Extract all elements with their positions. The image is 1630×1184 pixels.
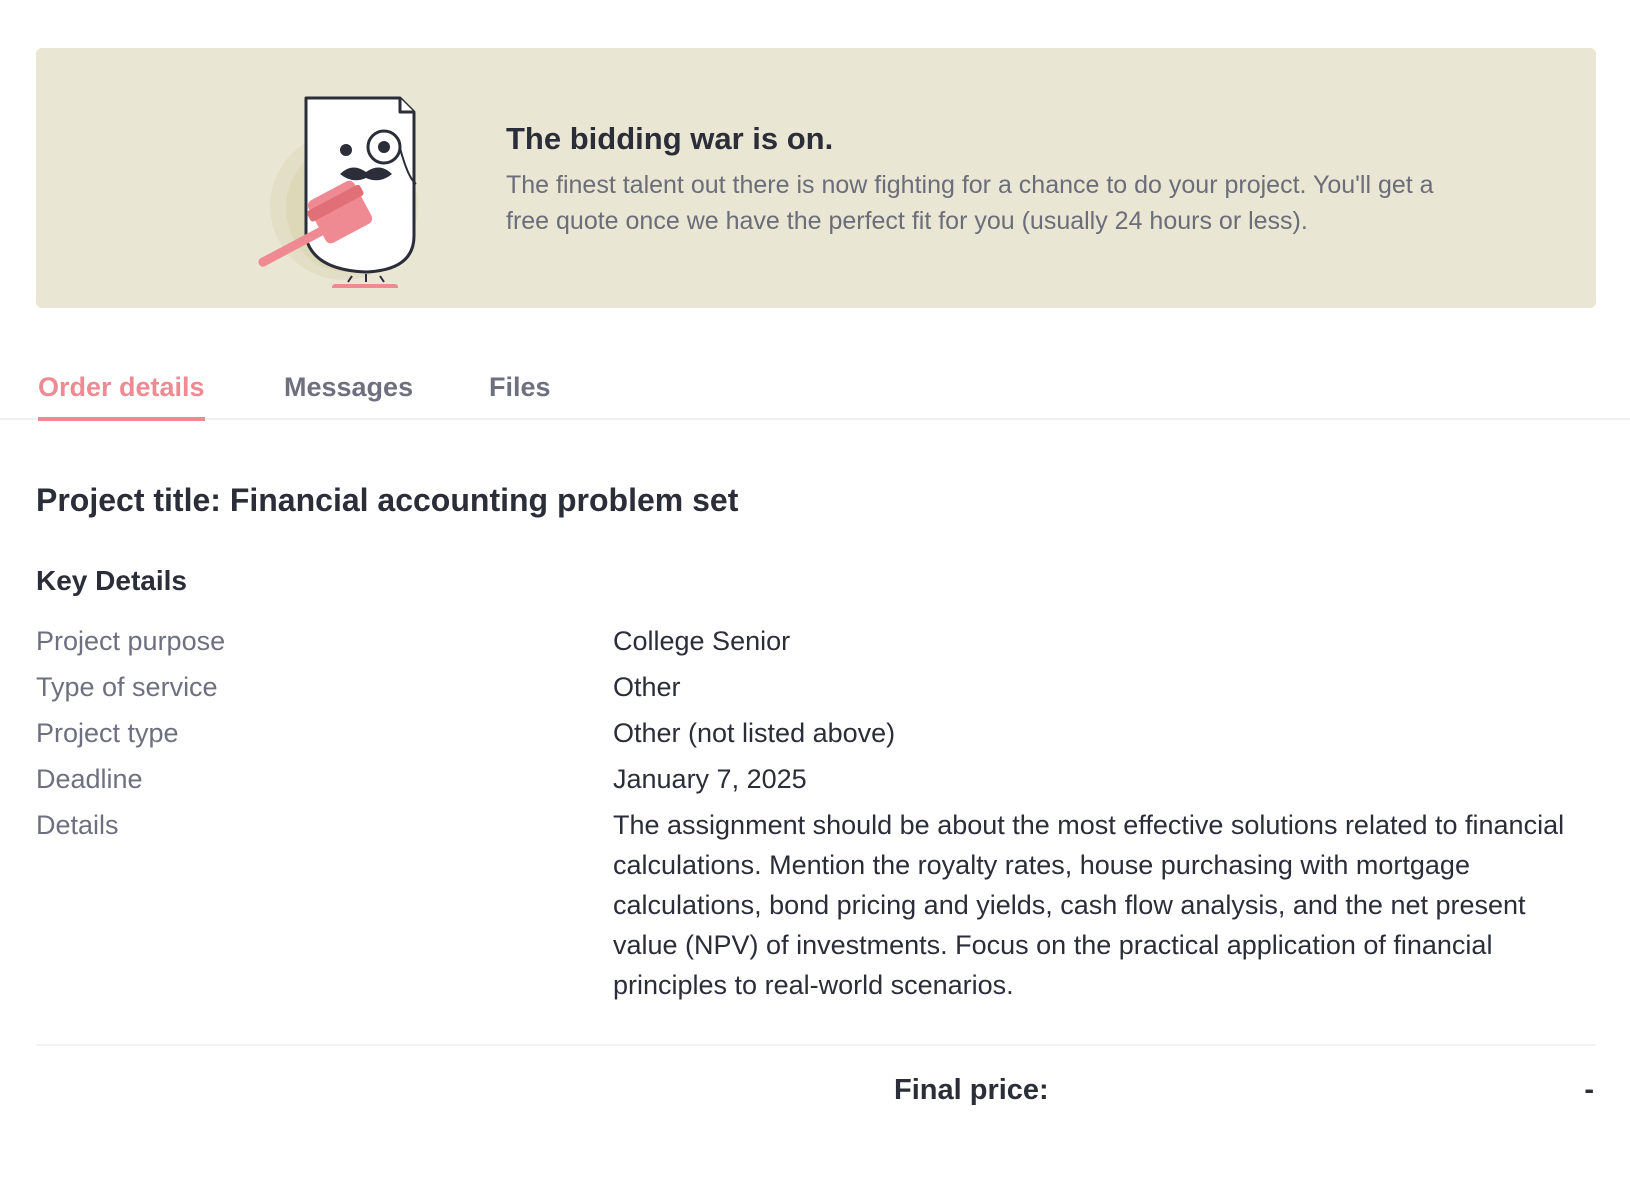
project-title: Project title: Financial accounting prob… (36, 482, 739, 518)
detail-row-type-of-service: Type of service Other (36, 664, 1596, 710)
detail-label: Project type (36, 718, 179, 748)
detail-label: Deadline (36, 764, 143, 794)
detail-row-deadline: Deadline January 7, 2025 (36, 756, 1596, 802)
tab-order-details[interactable]: Order details (38, 372, 205, 421)
banner-text: The bidding war is on. The finest talent… (506, 120, 1466, 239)
detail-value: Other (613, 672, 681, 702)
final-price-label: Final price: (894, 1074, 1049, 1106)
divider (36, 1044, 1596, 1046)
tab-bar: Order details Messages Files (0, 360, 1630, 421)
key-details-heading: Key Details (36, 565, 187, 596)
banner-description: The finest talent out there is now fight… (506, 171, 1434, 236)
detail-label: Project purpose (36, 626, 226, 656)
detail-row-project-purpose: Project purpose College Senior (36, 618, 1596, 664)
detail-value: College Senior (613, 626, 791, 656)
detail-row-details: Details The assignment should be about t… (36, 802, 1596, 1005)
final-price-value: - (1584, 1074, 1594, 1106)
detail-label: Type of service (36, 672, 218, 702)
banner-title: The bidding war is on. (506, 121, 834, 156)
detail-label: Details (36, 810, 119, 840)
detail-value: The assignment should be about the most … (613, 810, 1565, 1000)
key-details-list: Project purpose College Senior Type of s… (36, 618, 1596, 1005)
bidding-banner: The bidding war is on. The finest talent… (36, 48, 1596, 308)
detail-value: Other (not listed above) (613, 718, 896, 748)
gavel-document-mascot-icon (216, 88, 456, 300)
detail-row-project-type: Project type Other (not listed above) (36, 710, 1596, 756)
tab-files[interactable]: Files (489, 372, 551, 417)
tab-messages[interactable]: Messages (284, 372, 413, 417)
detail-value: January 7, 2025 (613, 764, 807, 794)
